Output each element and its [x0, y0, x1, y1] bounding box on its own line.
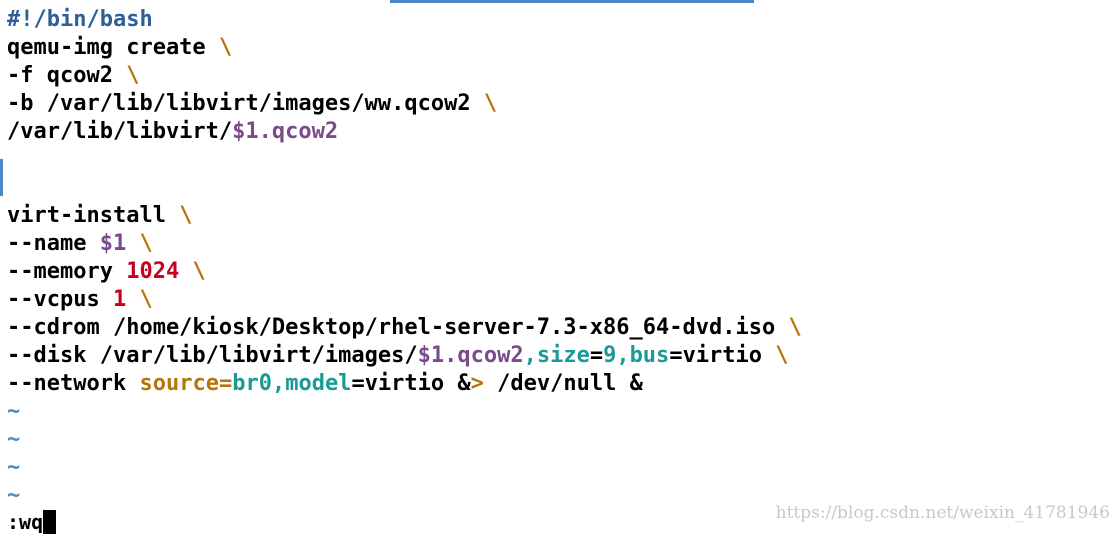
tilde-marker: ~	[7, 427, 21, 452]
window-left-accent	[0, 159, 3, 196]
line-continuation: \	[139, 287, 153, 312]
command-line-text: :wq	[7, 510, 44, 534]
option-text: --memory	[7, 259, 113, 284]
vim-command-line[interactable]: :wq	[7, 509, 57, 535]
option-text: --cdrom /home/kiosk/Desktop/rhel-server-…	[7, 315, 776, 340]
value-text: br0	[232, 371, 272, 396]
keyword-source: source	[139, 371, 219, 396]
line-continuation: \	[788, 315, 802, 340]
editor-line-14: --network source=br0,model=virtio &> /de…	[7, 370, 1120, 398]
empty-line-marker: ~	[7, 454, 1120, 482]
path-text: /var/lib/libvirt/	[7, 119, 233, 144]
equals-text: =	[669, 343, 683, 368]
shebang-text: #!/bin/bash	[7, 7, 153, 32]
editor-line-5: /var/lib/libvirt/$1.qcow2	[7, 118, 1120, 146]
keyword-size: size	[536, 343, 590, 368]
text-cursor	[43, 510, 57, 534]
line-continuation: \	[192, 259, 206, 284]
editor-line-8: virt-install \	[7, 202, 1120, 230]
editor-line-12: --cdrom /home/kiosk/Desktop/rhel-server-…	[7, 314, 1120, 342]
watermark-text: https://blog.csdn.net/weixin_41781946	[775, 503, 1110, 523]
editor-line-9: --name $1 \	[7, 230, 1120, 258]
comma-text: ,	[523, 343, 537, 368]
redirect-amp: &	[457, 371, 471, 396]
command-text: virt-install	[7, 203, 166, 228]
comma-text: ,	[271, 371, 286, 396]
number-text: 1	[112, 287, 127, 312]
editor-line-11: --vcpus 1 \	[7, 286, 1120, 314]
option-text: -b /var/lib/libvirt/images/ww.qcow2	[7, 91, 471, 116]
editor-line-7-empty	[7, 174, 1120, 202]
equals-text: =	[351, 371, 365, 396]
editor-line-1: #!/bin/bash	[7, 6, 1120, 34]
empty-line-marker: ~	[7, 426, 1120, 454]
keyword-model: model	[285, 371, 352, 396]
number-text: 1024	[126, 259, 180, 284]
command-text: qemu-img create	[7, 35, 206, 60]
keyword-bus: bus	[629, 343, 670, 368]
option-text: -f qcow2	[7, 63, 113, 88]
editor-line-6-empty	[7, 146, 1120, 174]
redirect-gt: >	[470, 371, 484, 396]
value-text: 9	[603, 343, 617, 368]
editor-line-4: -b /var/lib/libvirt/images/ww.qcow2 \	[7, 90, 1120, 118]
variable-text: $1.qcow2	[232, 119, 339, 144]
value-text: virtio	[364, 371, 445, 396]
option-text: --vcpus	[7, 287, 100, 312]
empty-line-marker: ~	[7, 398, 1120, 426]
redirect-target-text: /dev/null &	[497, 371, 643, 396]
line-continuation: \	[179, 203, 193, 228]
editor-line-3: -f qcow2 \	[7, 62, 1120, 90]
editor-line-13: --disk /var/lib/libvirt/images/$1.qcow2,…	[7, 342, 1120, 370]
window-top-accent	[390, 0, 754, 3]
line-continuation: \	[483, 91, 498, 116]
tilde-marker: ~	[7, 455, 21, 480]
editor-line-2: qemu-img create \	[7, 34, 1120, 62]
option-text: --network	[7, 371, 127, 396]
line-continuation: \	[218, 35, 233, 60]
tilde-marker: ~	[7, 483, 21, 508]
value-text: virtio	[682, 343, 763, 368]
variable-text: $1	[99, 231, 127, 256]
tilde-marker: ~	[7, 399, 21, 424]
variable-text: $1.qcow2	[417, 343, 524, 368]
option-text: --name	[7, 231, 87, 256]
editor-line-10: --memory 1024 \	[7, 258, 1120, 286]
vim-editor-buffer[interactable]: #!/bin/bash qemu-img create \ -f qcow2 \…	[7, 6, 1120, 510]
option-text: --disk /var/lib/libvirt/images/	[7, 343, 418, 368]
line-continuation: \	[126, 63, 140, 88]
line-continuation: \	[139, 231, 153, 256]
equals-text: =	[218, 371, 233, 396]
equals-text: =	[589, 343, 604, 368]
line-continuation: \	[775, 343, 789, 368]
comma-text: ,	[616, 343, 630, 368]
